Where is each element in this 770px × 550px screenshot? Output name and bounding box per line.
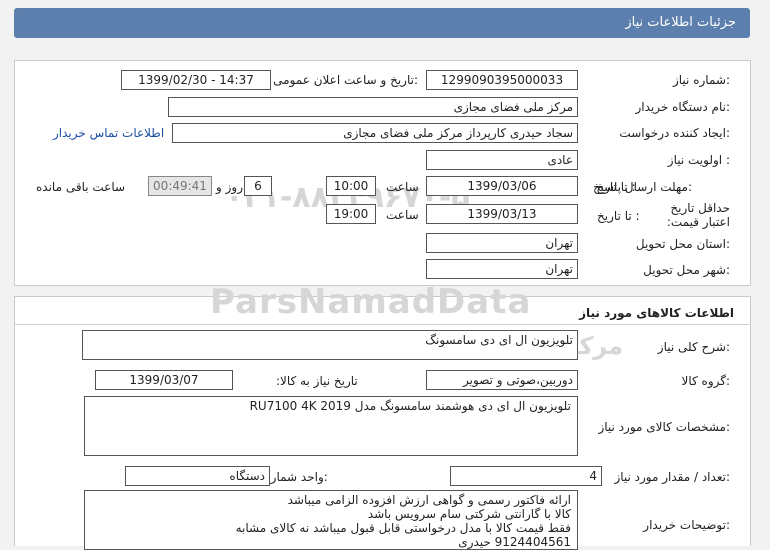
buyer-contact-link[interactable]: اطلاعات تماس خریدار (53, 126, 164, 140)
creator-field: سجاد حیدری کارپرداز مرکز ملی فضای مجازی (172, 123, 578, 143)
need-number-field: 1299090395000033 (426, 70, 578, 90)
buyer-org-label: نام دستگاه خریدار: (635, 100, 731, 114)
need-info-panel (14, 60, 751, 286)
page-title: جزئیات اطلاعات نیاز (625, 15, 736, 30)
group-label: گروه کالا: (681, 374, 731, 388)
summary-label: شرح کلی نیاز: (657, 340, 730, 354)
reply-to-date-label: تا تاریخ : (593, 180, 636, 194)
qty-label: تعداد / مقدار مورد نیاز: (614, 470, 730, 484)
announce-label: تاریخ و ساعت اعلان عمومی: (273, 73, 418, 87)
summary-field: تلویزیون ال ای دی سامسونگ (82, 330, 578, 360)
province-field: تهران (426, 233, 578, 253)
unit-field: دستگاه (125, 466, 270, 486)
validity-time-field: 19:00 (326, 204, 376, 224)
note-line: ارائه فاکتور رسمی و گواهی ارزش افزوده ال… (287, 493, 571, 507)
priority-field: عادی (426, 150, 578, 170)
reply-date-field: 1399/03/06 (426, 176, 578, 196)
goods-section-title: اطلاعات کالاهای مورد نیاز (579, 306, 734, 320)
province-label: استان محل تحویل: (635, 237, 730, 251)
need-date-field: 1399/03/07 (95, 370, 233, 390)
section-divider (15, 324, 749, 325)
note-line: کالا با گارانتی شرکتی سام سرویس باشد (367, 507, 571, 521)
priority-label: اولویت نیاز : (667, 153, 730, 167)
city-label: شهر محل تحویل: (643, 263, 730, 277)
page-title-bar: جزئیات اطلاعات نیاز (14, 8, 750, 38)
remaining-days-field: 6 (244, 176, 272, 196)
creator-label: ایجاد کننده درخواست: (619, 126, 730, 140)
city-field: تهران (426, 259, 578, 279)
announce-field: 1399/02/30 - 14:37 (121, 70, 271, 90)
validity-date-field: 1399/03/13 (426, 204, 578, 224)
remaining-time-field: 00:49:41 (148, 176, 212, 196)
note-line: 9124404561 حیدری (458, 535, 571, 549)
need-number-label: شماره نیاز: (672, 73, 730, 87)
note-line: فقط قیمت کالا با مدل درخواستی قابل قبول … (235, 521, 571, 535)
reply-time-label: ساعت (386, 180, 419, 194)
specs-field: تلویزیون ال ای دی هوشمند سامسونگ مدل RU7… (84, 396, 578, 456)
validity-to-date-label: تا تاریخ : (597, 209, 640, 223)
notes-label: توضیحات خریدار: (643, 518, 730, 532)
group-field: دوربین،صوتی و تصویر (426, 370, 578, 390)
buyer-org-field: مرکز ملی فضای مجازی (168, 97, 578, 117)
validity-label: حداقل تاریخ اعتبار قیمت: (666, 201, 730, 229)
need-date-label: تاریخ نیاز به کالا: (276, 374, 358, 388)
remaining-label: ساعت باقی مانده (36, 180, 126, 194)
qty-field: 4 (450, 466, 602, 486)
days-label: روز و (216, 180, 243, 194)
specs-label: مشخصات کالای مورد نیاز: (598, 420, 730, 434)
reply-time-field: 10:00 (326, 176, 376, 196)
notes-field: ارائه فاکتور رسمی و گواهی ارزش افزوده ال… (84, 490, 578, 550)
validity-time-label: ساعت (386, 208, 419, 222)
